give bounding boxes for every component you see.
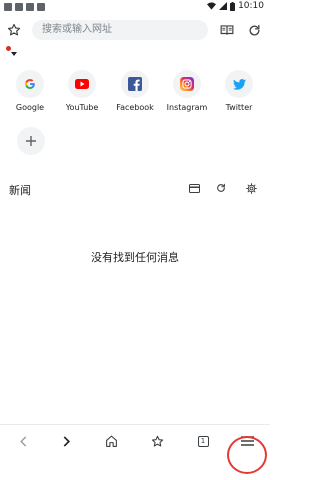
account-selector[interactable] <box>6 46 20 60</box>
news-section-title: 新闻 <box>9 184 31 197</box>
tile-label: Google <box>15 103 45 112</box>
credit-card-icon <box>188 183 200 193</box>
forward-button[interactable] <box>55 429 79 453</box>
highlight-ring-annotation <box>227 436 267 474</box>
reload-icon <box>217 183 225 192</box>
back-button[interactable] <box>11 429 35 453</box>
facebook-icon <box>128 77 142 91</box>
news-refresh-button[interactable] <box>213 180 229 196</box>
youtube-icon <box>75 79 89 89</box>
signal-icon <box>219 2 228 10</box>
notification-icon <box>26 3 34 11</box>
tile-google[interactable]: Google <box>4 70 56 112</box>
account-indicator-dot <box>6 46 11 51</box>
notification-icon <box>4 3 12 11</box>
tab-switcher-button[interactable]: 1 <box>191 429 215 453</box>
notification-icons <box>4 3 45 11</box>
google-icon <box>24 79 35 90</box>
news-settings-button[interactable] <box>243 180 259 196</box>
tile-label: Instagram <box>166 103 208 112</box>
notification-icon <box>15 3 23 11</box>
home-button[interactable] <box>99 429 123 453</box>
chevron-left-icon <box>20 435 27 447</box>
chevron-down-icon <box>11 52 17 56</box>
tile-youtube[interactable]: YouTube <box>56 70 108 112</box>
twitter-icon <box>232 78 246 90</box>
news-card-view-button[interactable] <box>186 180 202 196</box>
status-bar: 10:10 <box>0 0 270 14</box>
bookmarks-button[interactable] <box>145 429 169 453</box>
battery-icon <box>230 1 236 11</box>
tile-label: Twitter <box>225 103 253 112</box>
tile-facebook[interactable]: Facebook <box>109 70 161 112</box>
browser-toolbar: 搜索或输入网址 <box>0 16 270 44</box>
tab-count: 1 <box>197 435 209 447</box>
bookmark-star-icon[interactable] <box>4 20 24 40</box>
status-time: 10:10 <box>238 1 264 11</box>
plus-icon <box>26 136 36 146</box>
chevron-right-icon <box>63 435 71 447</box>
reload-icon[interactable] <box>244 20 264 40</box>
tile-instagram[interactable]: Instagram <box>161 70 213 112</box>
search-input[interactable]: 搜索或输入网址 <box>32 20 208 40</box>
home-icon <box>105 435 117 447</box>
tile-label: YouTube <box>65 103 99 112</box>
instagram-icon <box>180 77 194 91</box>
wifi-icon <box>207 2 217 10</box>
reader-mode-icon[interactable] <box>217 20 237 40</box>
news-empty-message: 没有找到任何消息 <box>91 251 179 264</box>
gear-icon <box>245 182 257 194</box>
tile-twitter[interactable]: Twitter <box>213 70 265 112</box>
add-shortcut-button[interactable] <box>17 127 45 155</box>
image-notification-icon <box>37 3 45 11</box>
bookmark-star-icon <box>151 435 163 447</box>
tile-label: Facebook <box>116 103 154 112</box>
